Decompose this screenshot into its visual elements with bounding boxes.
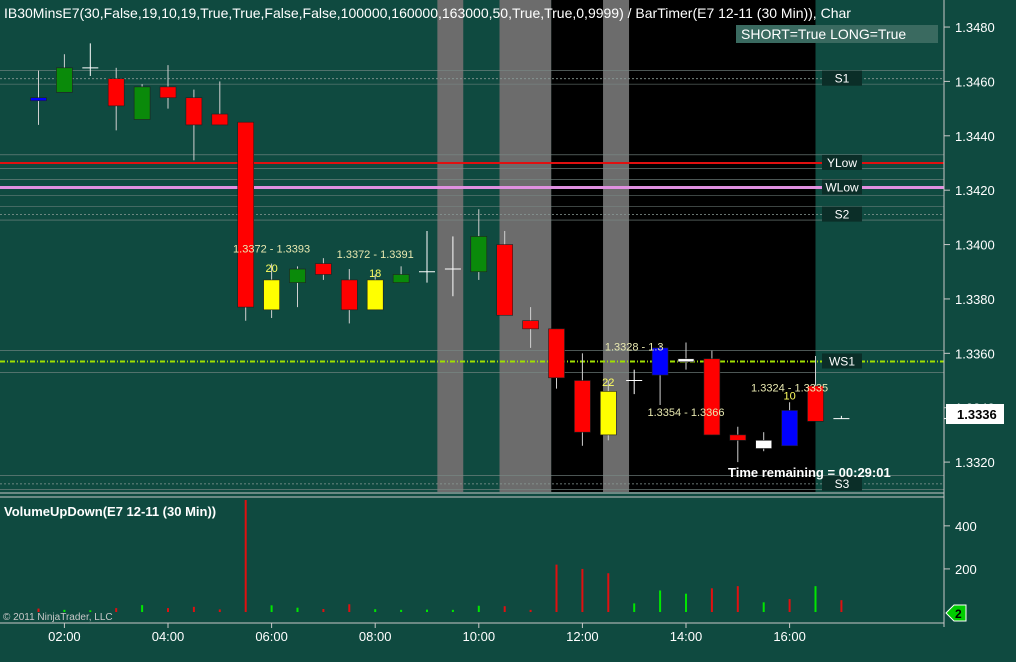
candle-body-22 xyxy=(599,391,617,436)
price-tick-label-2: 1.3440 xyxy=(955,129,995,144)
candle-body-17 xyxy=(470,236,488,273)
chart-svg: S1YLowWLowS2WS1S3 1.3372 - 1.3393201.337… xyxy=(0,0,1016,657)
price-tick-label-6: 1.3360 xyxy=(955,346,995,361)
price-tick-label-8: 1.3320 xyxy=(955,455,995,470)
last-price: 1.3336 xyxy=(957,407,997,422)
candle-body-18 xyxy=(496,244,514,316)
candle-body-14 xyxy=(392,274,410,283)
candle-body-27 xyxy=(729,434,747,441)
time-tick-label-3: 08:00 xyxy=(359,629,392,644)
price-tick-label-3: 1.3420 xyxy=(955,183,995,198)
candle-body-5 xyxy=(159,86,177,99)
level-label-s2: S2 xyxy=(835,208,850,222)
annotation-0: 1.3372 - 1.3393 xyxy=(233,244,310,256)
chart-title: IB30MinsE7(30,False,19,10,19,True,True,F… xyxy=(4,5,851,21)
candle-body-12 xyxy=(340,279,358,311)
candle-body-25 xyxy=(677,358,695,363)
candle-body-0 xyxy=(30,97,47,102)
candle-body-21 xyxy=(574,380,591,433)
candle-body-10 xyxy=(289,268,306,283)
annotation-6: 1.3354 - 1.3366 xyxy=(647,407,724,419)
annotation-1: 20 xyxy=(265,263,277,275)
price-tick-label-5: 1.3380 xyxy=(955,292,995,307)
annotation-2: 1.3372 - 1.3391 xyxy=(337,249,414,261)
time-tick-label-1: 04:00 xyxy=(152,629,185,644)
level-label-s1: S1 xyxy=(835,72,850,86)
time-tick-label-5: 12:00 xyxy=(566,629,599,644)
candle-body-3 xyxy=(107,78,125,107)
candle-body-19 xyxy=(522,320,539,330)
chart-root: S1 YLow WLow S2 WS1 S3 1.3372 - 1.3393 20 1.337… xyxy=(0,0,1016,657)
candle-body-1 xyxy=(56,67,73,93)
copyright: © 2011 NinjaTrader, LLC xyxy=(3,612,113,623)
candle-body-7 xyxy=(211,113,229,126)
annotation-8: 10 xyxy=(783,391,795,403)
volume-title: VolumeUpDown(E7 12-11 (30 Min)) xyxy=(4,504,216,519)
time-tick-label-4: 10:00 xyxy=(463,629,496,644)
price-tick-label-4: 1.3400 xyxy=(955,238,995,253)
candle-body-28 xyxy=(755,440,773,449)
volume-tick-label-1: 200 xyxy=(955,562,977,577)
price-tick-label-0: 1.3480 xyxy=(955,20,995,35)
candle-body-11 xyxy=(315,263,332,275)
level-label-ylow: YLow xyxy=(827,156,857,170)
level-label-wlow: WLow xyxy=(825,180,859,194)
annotation-4: 1.3328 - 1.3 xyxy=(605,342,664,354)
candle-body-20 xyxy=(548,328,565,379)
volume-badge: 2 xyxy=(955,607,962,621)
bar-timer: Time remaining = 00:29:01 xyxy=(728,465,891,480)
annotation-3: 18 xyxy=(369,268,381,280)
candle-body-6 xyxy=(185,97,203,126)
candle-body-29 xyxy=(781,410,798,447)
price-tick-label-1: 1.3460 xyxy=(955,74,995,89)
strategy-badge: SHORT=True LONG=True xyxy=(741,26,906,42)
session-shade-0 xyxy=(437,0,464,492)
time-tick-label-2: 06:00 xyxy=(255,629,288,644)
time-tick-label-0: 02:00 xyxy=(48,629,81,644)
volume-tick-label-0: 400 xyxy=(955,519,977,534)
candle-body-8 xyxy=(237,121,254,308)
candle-body-9 xyxy=(263,279,280,311)
time-tick-label-7: 16:00 xyxy=(773,629,806,644)
annotation-5: 22 xyxy=(602,377,614,389)
candle-body-4 xyxy=(133,86,151,120)
time-tick-label-6: 14:00 xyxy=(670,629,703,644)
level-label-ws1: WS1 xyxy=(829,354,855,368)
candle-body-26 xyxy=(703,358,721,436)
candle-body-13 xyxy=(366,279,384,311)
